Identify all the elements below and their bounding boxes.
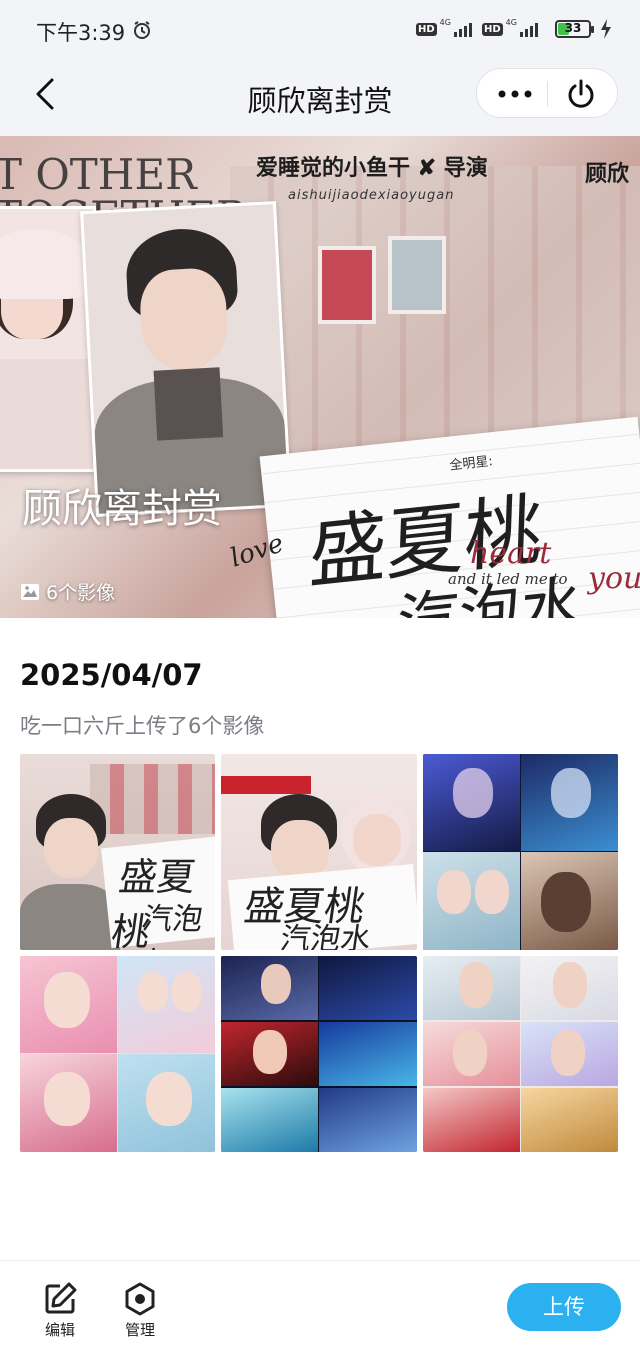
signal-2: HD 4G xyxy=(482,18,538,40)
media-thumbnail[interactable] xyxy=(423,956,618,1152)
cover-poster-small: 全明星: xyxy=(448,454,494,474)
mini-program-capsule xyxy=(476,68,618,118)
cover-window xyxy=(388,236,446,314)
cover-credit-partial: 顾欣 xyxy=(585,161,630,187)
manage-button[interactable]: 管理 xyxy=(116,1281,164,1340)
capsule-divider xyxy=(547,81,548,107)
close-power-icon[interactable] xyxy=(565,78,597,110)
cover-credit-sub: aishuijiaodexiaoyugan xyxy=(288,188,455,203)
media-count-label: 6个影像 xyxy=(46,582,116,604)
thumb-title-text: 汽泡水 xyxy=(278,922,373,950)
album-title: 顾欣离封赏 xyxy=(22,486,222,532)
cover-window xyxy=(318,246,376,324)
nav-bar: 顾欣离封赏 xyxy=(0,58,640,136)
signal-1: HD 4G xyxy=(416,18,472,40)
media-grid: 盛夏桃 汽泡水 盛夏桃 汽泡水 xyxy=(20,754,620,1152)
network-type: 4G xyxy=(439,17,451,27)
media-thumbnail[interactable] xyxy=(423,754,618,950)
more-icon[interactable] xyxy=(497,84,533,104)
battery-level: 33 xyxy=(564,21,582,35)
status-time: 下午3:39 xyxy=(36,21,126,45)
cover-scribble: heart xyxy=(470,536,552,571)
hd-badge: HD xyxy=(416,22,437,36)
settings-hexagon-icon xyxy=(125,1282,155,1316)
image-icon xyxy=(21,583,39,600)
manage-label: 管理 xyxy=(124,1321,155,1339)
signal-bars-icon xyxy=(519,21,538,37)
album-media-count: 6个影像 xyxy=(20,578,115,605)
signal-bars-icon xyxy=(453,21,472,37)
battery-icon: 33 xyxy=(555,20,594,38)
bottom-toolbar: 编辑 管理 上传 xyxy=(0,1260,640,1352)
thumb-title-text: 汽泡水 xyxy=(134,902,206,950)
edit-label: 编辑 xyxy=(44,1321,75,1339)
status-bar: 下午3:39 HD 4G HD 4G 33 xyxy=(0,0,640,58)
upload-button[interactable]: 上传 xyxy=(507,1283,621,1331)
cover-scribble: and it led me to xyxy=(448,570,568,588)
hd-badge: HD xyxy=(482,22,503,36)
media-thumbnail[interactable]: 盛夏桃 汽泡水 xyxy=(221,754,417,950)
cover-scribble: you xyxy=(588,561,640,596)
album-date: 2025/04/07 xyxy=(20,658,203,692)
album-cover[interactable]: T OTHERTOGETHERR 爱睡觉的小鱼干 ✘ 导演 aishuijiao… xyxy=(0,136,640,618)
network-type: 4G xyxy=(505,17,517,27)
media-thumbnail[interactable] xyxy=(20,956,215,1152)
media-thumbnail[interactable] xyxy=(221,956,417,1152)
media-thumbnail[interactable]: 盛夏桃 汽泡水 xyxy=(20,754,215,950)
alarm-icon xyxy=(134,21,150,39)
uploader-info: 吃一口六斤上传了6个影像 xyxy=(20,714,265,738)
cover-credit: 爱睡觉的小鱼干 ✘ 导演 xyxy=(256,155,488,181)
edit-icon xyxy=(45,1282,77,1314)
charging-icon xyxy=(601,19,611,39)
cover-background-building xyxy=(230,166,640,466)
edit-button[interactable]: 编辑 xyxy=(36,1281,84,1340)
